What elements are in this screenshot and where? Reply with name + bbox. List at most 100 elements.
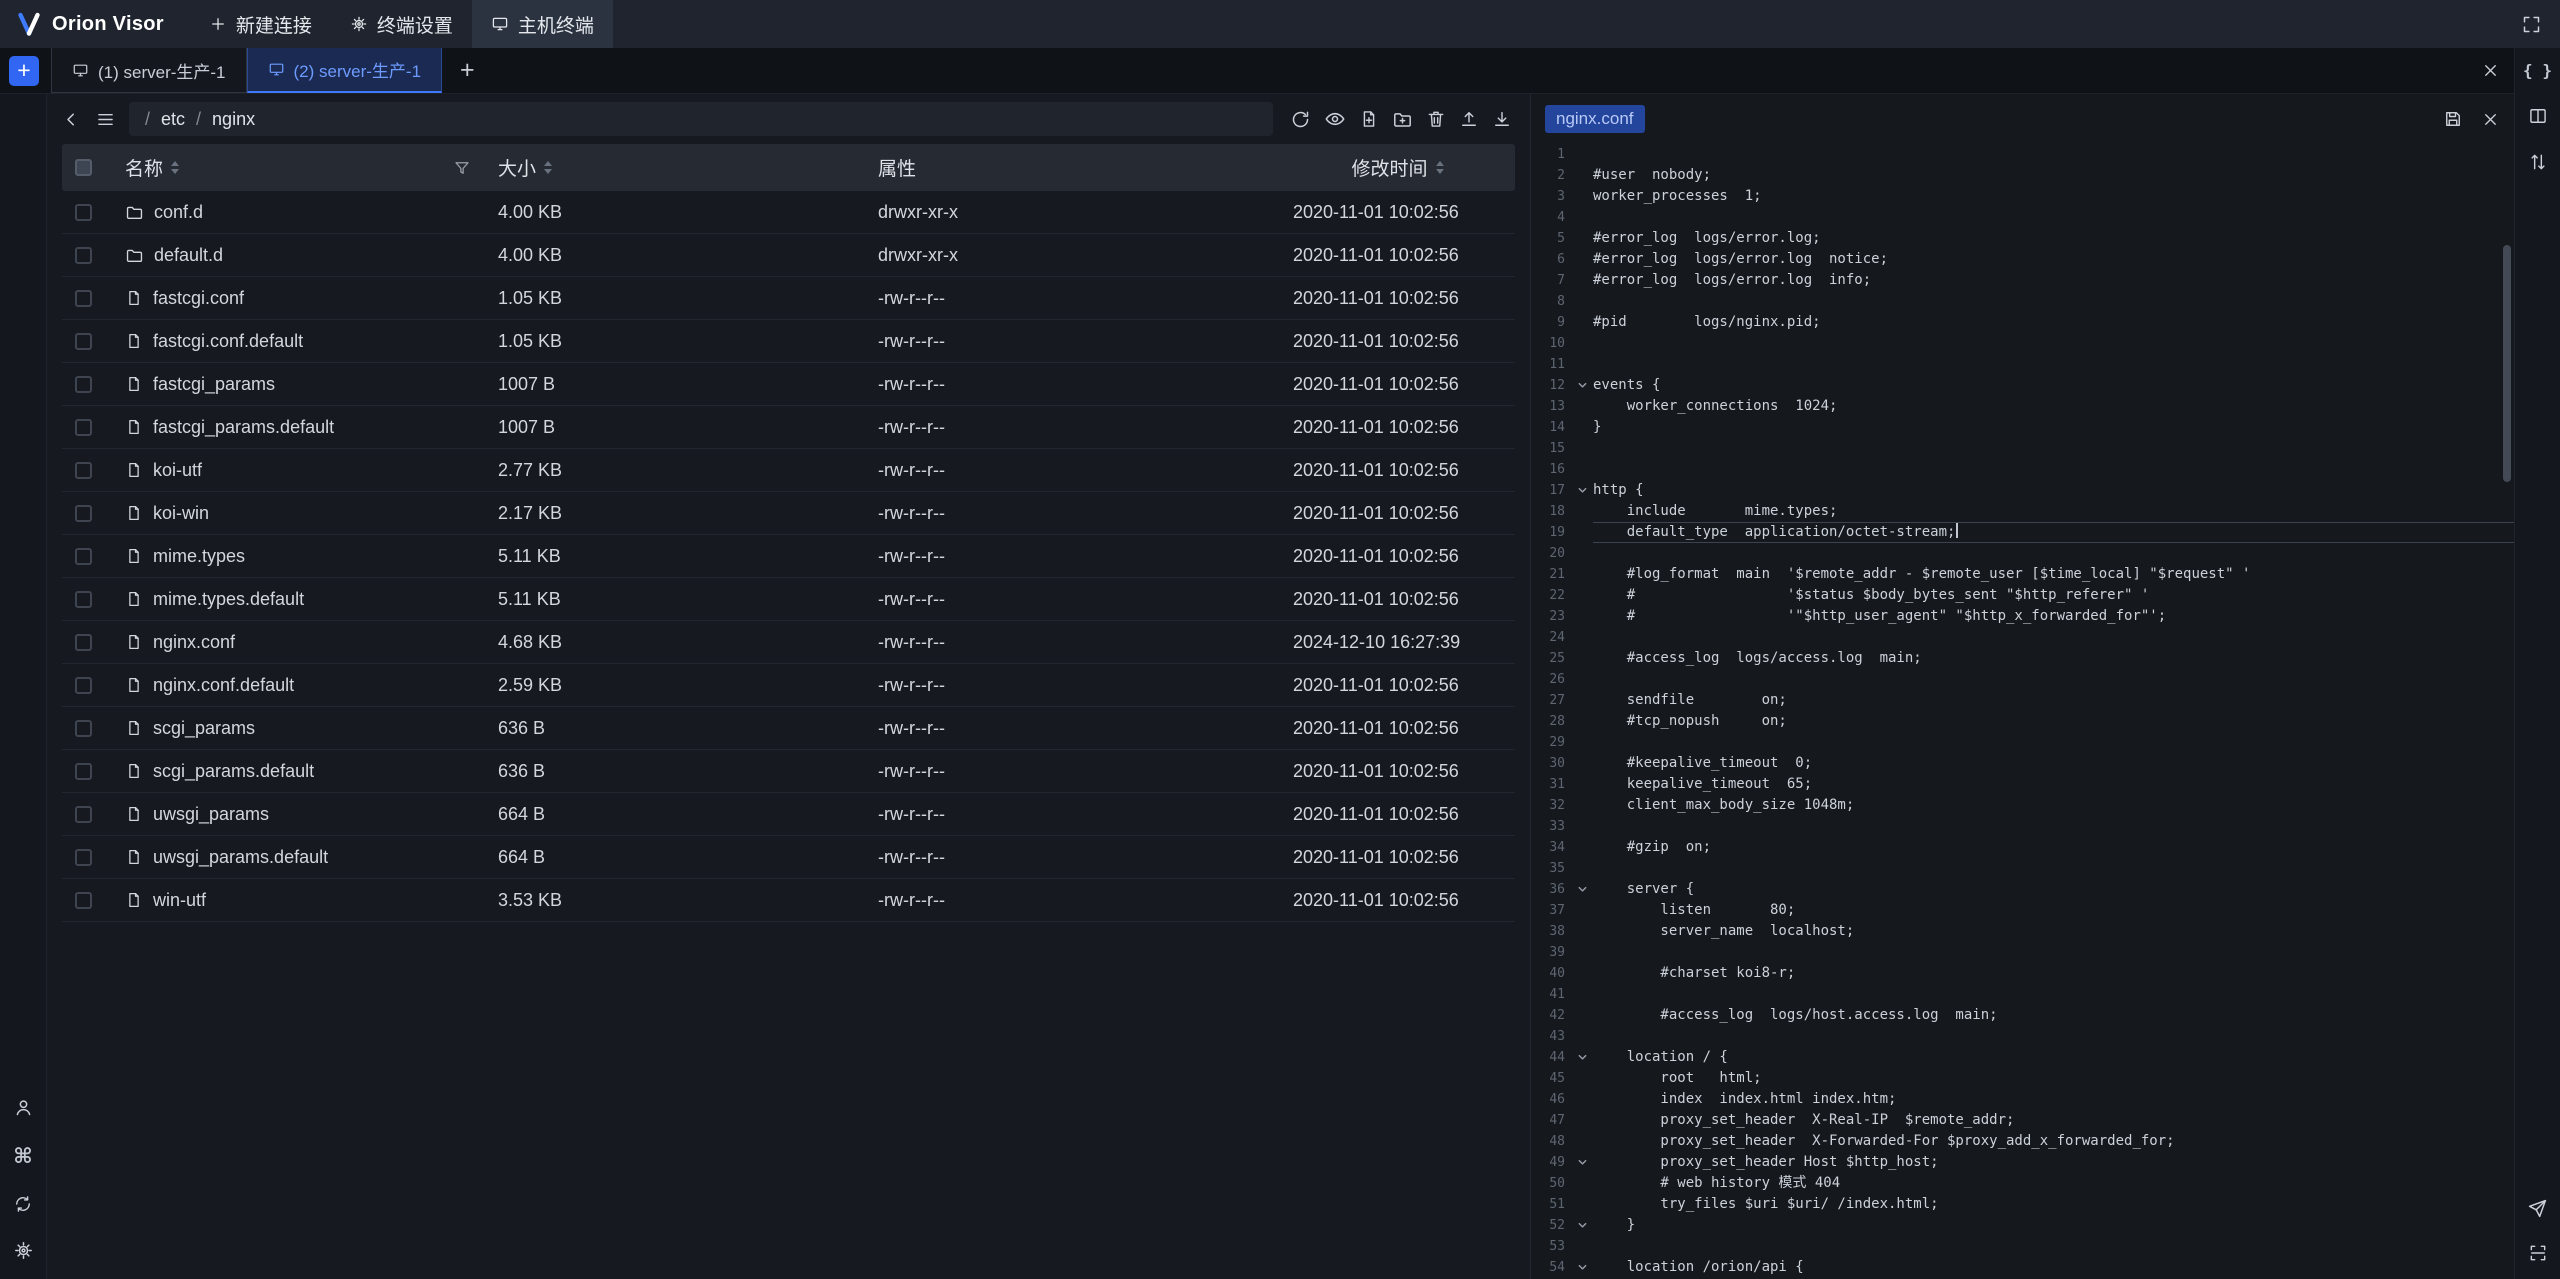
column-header-attr[interactable]: 属性 xyxy=(865,154,1280,181)
code-text[interactable]: keepalive_timeout 65; xyxy=(1593,774,2514,795)
breadcrumb[interactable]: /etc/nginx xyxy=(129,102,1273,136)
delete-button[interactable] xyxy=(1426,109,1446,129)
code-text[interactable]: try_files $uri $uri/ /index.html; xyxy=(1593,1194,2514,1215)
code-text[interactable] xyxy=(1593,207,2514,228)
code-text[interactable]: index index.html index.htm; xyxy=(1593,1089,2514,1110)
open-file-chip[interactable]: nginx.conf xyxy=(1545,105,1645,133)
code-text[interactable]: client_max_body_size 1048m; xyxy=(1593,795,2514,816)
fullscreen-button[interactable] xyxy=(2521,14,2542,35)
code-text[interactable] xyxy=(1593,627,2514,648)
row-checkbox[interactable] xyxy=(75,505,92,522)
code-text[interactable]: events { xyxy=(1593,375,2514,396)
file-name[interactable]: conf.d xyxy=(154,202,203,223)
table-row[interactable]: fastcgi.conf.default 1.05 KB -rw-r--r-- … xyxy=(62,320,1515,363)
code-text[interactable]: location /orion/api { xyxy=(1593,1257,2514,1278)
code-editor[interactable]: 1 2 #user nobody; 3 worker_processes 1; … xyxy=(1531,144,2514,1279)
row-checkbox[interactable] xyxy=(75,333,92,350)
fold-icon[interactable] xyxy=(1571,1152,1593,1173)
back-button[interactable] xyxy=(61,109,82,130)
swap-panels-button[interactable] xyxy=(2528,152,2548,172)
fold-icon[interactable] xyxy=(1571,1047,1593,1068)
preview-button[interactable] xyxy=(1324,108,1346,130)
close-panel-button[interactable] xyxy=(2481,61,2500,80)
file-name[interactable]: uwsgi_params.default xyxy=(153,847,328,868)
row-checkbox[interactable] xyxy=(75,247,92,264)
file-name[interactable]: fastcgi.conf.default xyxy=(153,331,303,352)
menu-item-terminal-settings[interactable]: 终端设置 xyxy=(331,0,472,48)
file-name[interactable]: nginx.conf xyxy=(153,632,235,653)
code-text[interactable]: #charset koi8-r; xyxy=(1593,963,2514,984)
code-text[interactable]: server_name localhost; xyxy=(1593,921,2514,942)
code-text[interactable]: default_type application/octet-stream; xyxy=(1593,522,2514,543)
table-row[interactable]: nginx.conf 4.68 KB -rw-r--r-- 2024-12-10… xyxy=(62,621,1515,664)
file-name[interactable]: fastcgi.conf xyxy=(153,288,244,309)
row-checkbox[interactable] xyxy=(75,763,92,780)
code-text[interactable]: # '"$http_user_agent" "$http_x_forwarded… xyxy=(1593,606,2514,627)
table-row[interactable]: koi-utf 2.77 KB -rw-r--r-- 2020-11-01 10… xyxy=(62,449,1515,492)
code-text[interactable]: #log_format main '$remote_addr - $remote… xyxy=(1593,564,2514,585)
refresh-button[interactable] xyxy=(1290,109,1311,130)
new-folder-button[interactable] xyxy=(1392,109,1413,130)
save-button[interactable] xyxy=(2443,109,2463,129)
row-checkbox[interactable] xyxy=(75,892,92,909)
table-row[interactable]: fastcgi.conf 1.05 KB -rw-r--r-- 2020-11-… xyxy=(62,277,1515,320)
file-name[interactable]: default.d xyxy=(154,245,223,266)
terminal-tab[interactable]: (2) server-生产-1 xyxy=(247,48,443,93)
breadcrumb-segment[interactable]: nginx xyxy=(212,109,255,130)
code-text[interactable] xyxy=(1593,291,2514,312)
row-checkbox[interactable] xyxy=(75,290,92,307)
download-button[interactable] xyxy=(1492,109,1512,129)
row-checkbox[interactable] xyxy=(75,849,92,866)
row-checkbox[interactable] xyxy=(75,806,92,823)
sync-button[interactable] xyxy=(13,1194,33,1214)
file-name[interactable]: win-utf xyxy=(153,890,206,911)
code-text[interactable]: proxy_set_header X-Forwarded-For $proxy_… xyxy=(1593,1131,2514,1152)
code-text[interactable]: #error_log logs/error.log; xyxy=(1593,228,2514,249)
code-text[interactable]: worker_processes 1; xyxy=(1593,186,2514,207)
code-text[interactable] xyxy=(1593,669,2514,690)
code-text[interactable]: worker_connections 1024; xyxy=(1593,396,2514,417)
code-text[interactable]: proxy_set_header Host $http_host; xyxy=(1593,1152,2514,1173)
column-header-mtime[interactable]: 修改时间 xyxy=(1280,154,1515,181)
new-terminal-button[interactable]: + xyxy=(9,56,39,86)
row-checkbox[interactable] xyxy=(75,204,92,221)
code-text[interactable] xyxy=(1593,459,2514,480)
filter-button[interactable] xyxy=(453,159,471,177)
code-text[interactable]: listen 80; xyxy=(1593,900,2514,921)
row-checkbox[interactable] xyxy=(75,462,92,479)
row-checkbox[interactable] xyxy=(75,419,92,436)
code-text[interactable] xyxy=(1593,858,2514,879)
column-header-name[interactable]: 名称 xyxy=(117,154,485,181)
fold-icon[interactable] xyxy=(1571,375,1593,396)
sort-control[interactable] xyxy=(171,161,179,174)
code-text[interactable]: #access_log logs/access.log main; xyxy=(1593,648,2514,669)
code-text[interactable] xyxy=(1593,354,2514,375)
file-name[interactable]: koi-utf xyxy=(153,460,202,481)
row-checkbox[interactable] xyxy=(75,548,92,565)
code-text[interactable]: #tcp_nopush on; xyxy=(1593,711,2514,732)
code-text[interactable]: #gzip on; xyxy=(1593,837,2514,858)
row-checkbox[interactable] xyxy=(75,376,92,393)
code-text[interactable] xyxy=(1593,1026,2514,1047)
table-row[interactable]: mime.types 5.11 KB -rw-r--r-- 2020-11-01… xyxy=(62,535,1515,578)
new-file-button[interactable] xyxy=(1359,109,1379,129)
add-tab-button[interactable]: + xyxy=(460,56,475,85)
code-text[interactable]: #pid logs/nginx.pid; xyxy=(1593,312,2514,333)
table-row[interactable]: fastcgi_params.default 1007 B -rw-r--r--… xyxy=(62,406,1515,449)
fold-icon[interactable] xyxy=(1571,480,1593,501)
sort-control[interactable] xyxy=(544,161,552,174)
code-text[interactable]: } xyxy=(1593,417,2514,438)
code-text[interactable] xyxy=(1593,438,2514,459)
code-text[interactable]: #error_log logs/error.log info; xyxy=(1593,270,2514,291)
table-row[interactable]: uwsgi_params 664 B -rw-r--r-- 2020-11-01… xyxy=(62,793,1515,836)
code-text[interactable]: proxy_set_header X-Real-IP $remote_addr; xyxy=(1593,1110,2514,1131)
table-row[interactable]: conf.d 4.00 KB drwxr-xr-x 2020-11-01 10:… xyxy=(62,191,1515,234)
fold-icon[interactable] xyxy=(1571,1215,1593,1236)
menu-item-new-connection[interactable]: 新建连接 xyxy=(190,0,331,48)
file-name[interactable]: nginx.conf.default xyxy=(153,675,294,696)
close-editor-button[interactable] xyxy=(2481,110,2500,129)
table-row[interactable]: win-utf 3.53 KB -rw-r--r-- 2020-11-01 10… xyxy=(62,879,1515,922)
code-text[interactable] xyxy=(1593,816,2514,837)
table-row[interactable]: uwsgi_params.default 664 B -rw-r--r-- 20… xyxy=(62,836,1515,879)
upload-button[interactable] xyxy=(1459,109,1479,129)
